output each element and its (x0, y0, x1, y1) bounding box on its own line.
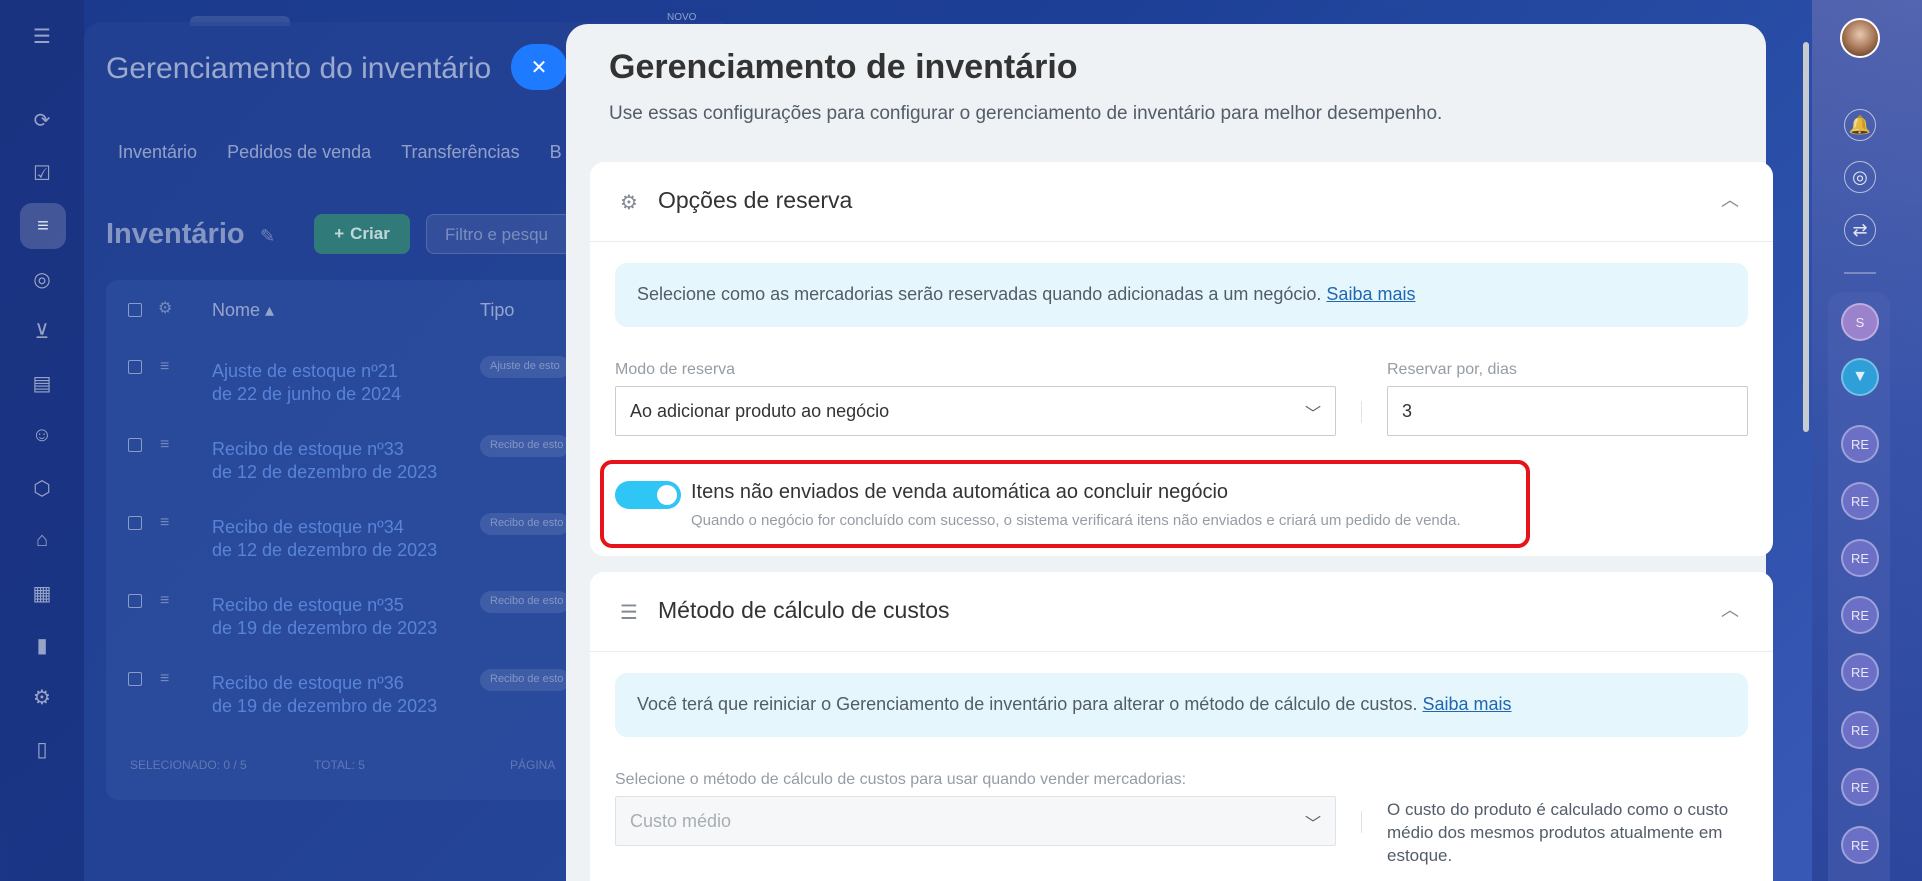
target-icon[interactable]: ◎ (26, 263, 58, 295)
background-app-title: Gerenciamento do inventário (106, 52, 492, 85)
row-menu-icon[interactable]: ≡ (160, 670, 169, 688)
table-row[interactable]: Recibo de estoque nº36 de 19 de dezembro … (212, 672, 437, 718)
field-separator (1361, 811, 1362, 833)
cost-method-label: Selecione o método de cálculo de custos … (615, 771, 1187, 788)
sidebar-divider (1844, 272, 1876, 274)
bell-icon[interactable]: 🔔 (1844, 109, 1876, 141)
background-heading: Inventário (106, 218, 245, 250)
page-subtitle: Use essas configurações para configurar … (609, 103, 1443, 124)
settings-icon[interactable]: ⚙ (26, 681, 58, 713)
cart-icon[interactable]: ⊻ (26, 315, 58, 347)
reserve-settings-icon: ⚙ (620, 192, 638, 214)
pin-icon[interactable]: ✎ (260, 226, 275, 247)
chevron-down-icon: ﹀ (1304, 816, 1321, 833)
robot-icon[interactable]: ☺ (26, 419, 58, 451)
tasks-icon[interactable]: ☑ (26, 157, 58, 189)
reserve-days-label: Reservar por, dias (1387, 361, 1517, 378)
bookmark-icon[interactable]: ▼ (1841, 358, 1879, 396)
row-checkbox[interactable] (128, 438, 142, 452)
chat-avatar[interactable]: RE (1841, 826, 1879, 864)
close-icon: ✕ (530, 56, 548, 79)
table-row[interactable]: Recibo de estoque nº33 de 12 de dezembro … (212, 438, 437, 484)
row-menu-icon[interactable]: ≡ (160, 358, 169, 376)
cost-card-title: Método de cálculo de custos (658, 597, 950, 623)
chat-avatar[interactable]: RE (1841, 539, 1879, 577)
type-badge: Recibo de esto (480, 435, 570, 457)
row-checkbox[interactable] (128, 516, 142, 530)
row-checkbox[interactable] (128, 360, 142, 374)
chat-avatar[interactable]: RE (1841, 768, 1879, 806)
close-slider-button[interactable]: ✕ (511, 44, 567, 90)
type-badge: Recibo de esto (480, 591, 570, 613)
learn-more-link[interactable]: Saiba mais (1326, 284, 1415, 304)
chevron-down-icon: ﹀ (1304, 406, 1321, 423)
tab-more[interactable]: B (550, 142, 562, 163)
page-title: Gerenciamento de inventário (609, 48, 1078, 86)
calendar-icon[interactable]: ▦ (26, 577, 58, 609)
background-tabs: Inventário Pedidos de venda Transferênci… (118, 142, 562, 163)
chat-avatar[interactable]: S (1841, 303, 1879, 341)
menu-icon[interactable]: ☰ (26, 20, 58, 52)
row-menu-icon[interactable]: ≡ (160, 592, 169, 610)
type-badge: Ajuste de esto (480, 356, 570, 378)
row-menu-icon[interactable]: ≡ (160, 436, 169, 454)
column-header-type[interactable]: Tipo (480, 300, 514, 321)
reserve-mode-label: Modo de reserva (615, 361, 736, 378)
cost-method-description: O custo do produto é calculado como o cu… (1387, 800, 1729, 865)
chevron-up-icon[interactable]: ︿ (1721, 596, 1739, 622)
plus-icon: + (334, 224, 345, 243)
row-checkbox[interactable] (128, 672, 142, 686)
table-row[interactable]: Recibo de estoque nº35 de 19 de dezembro … (212, 594, 437, 640)
type-badge: Recibo de esto (480, 513, 570, 535)
box-icon[interactable]: ⬡ (26, 472, 58, 504)
tab-inventory[interactable]: Inventário (118, 142, 197, 163)
field-separator (1361, 401, 1362, 423)
chat-avatar[interactable]: RE (1841, 653, 1879, 691)
user-avatar[interactable] (1840, 18, 1880, 58)
row-menu-icon[interactable]: ≡ (160, 514, 169, 532)
highlight-frame (600, 460, 1530, 548)
scrollbar[interactable] (1803, 42, 1809, 432)
copilot-icon[interactable]: ◎ (1844, 161, 1876, 193)
table-row[interactable]: Recibo de estoque nº34 de 12 de dezembro … (212, 516, 437, 562)
chat-avatar[interactable]: RE (1841, 711, 1879, 749)
learn-more-link[interactable]: Saiba mais (1422, 694, 1511, 714)
row-checkbox[interactable] (128, 594, 142, 608)
tab-sales-orders[interactable]: Pedidos de venda (227, 142, 371, 163)
warehouse-icon[interactable]: ⌂ (26, 524, 58, 556)
select-all-checkbox[interactable] (128, 303, 142, 317)
feed-icon[interactable]: ⟳ (26, 104, 58, 136)
footer-total: TOTAL: 5 (314, 758, 365, 772)
reserve-card-header[interactable]: ⚙ Opções de reserva ︿ (590, 162, 1773, 242)
sync-icon[interactable]: ⇄ (1844, 214, 1876, 246)
numbered-list-icon: ☰ (620, 602, 638, 624)
analytics-icon[interactable]: ▮ (26, 629, 58, 661)
contact-card-icon[interactable]: ▤ (26, 367, 58, 399)
chevron-up-icon[interactable]: ︿ (1721, 186, 1739, 212)
reserve-card-title: Opções de reserva (658, 187, 853, 213)
reserve-info-box: Selecione como as mercadorias serão rese… (615, 263, 1748, 327)
type-badge: Recibo de esto (480, 669, 570, 691)
chat-avatar[interactable]: RE (1841, 425, 1879, 463)
footer-selected: SELECIONADO: 0 / 5 (130, 758, 247, 772)
create-button[interactable]: + Criar (314, 214, 410, 254)
table-row[interactable]: Ajuste de estoque nº21 de 22 de junho de … (212, 360, 401, 406)
cost-info-box: Você terá que reiniciar o Gerenciamento … (615, 673, 1748, 737)
gear-icon[interactable]: ⚙ (158, 298, 172, 318)
left-sidebar: ☰ ⟳ ☑ ≡ ◎ ⊻ ▤ ☺ ⬡ ⌂ ▦ ▮ ⚙ ▯ (0, 0, 84, 881)
footer-pages: PÁGINA (510, 758, 556, 772)
chat-avatar[interactable]: RE (1841, 482, 1879, 520)
column-header-name[interactable]: Nome ▴ (212, 300, 274, 321)
inventory-icon[interactable]: ≡ (20, 203, 66, 249)
tab-transfers[interactable]: Transferências (401, 142, 519, 163)
cost-card-header[interactable]: ☰ Método de cálculo de custos ︿ (590, 572, 1773, 652)
chat-avatar[interactable]: RE (1841, 596, 1879, 634)
reserve-days-input[interactable]: 3 (1387, 386, 1748, 436)
cost-method-select[interactable]: Custo médio ﹀ (615, 796, 1336, 846)
reserve-mode-select[interactable]: Ao adicionar produto ao negócio ﹀ (615, 386, 1336, 436)
document-icon[interactable]: ▯ (26, 733, 58, 765)
